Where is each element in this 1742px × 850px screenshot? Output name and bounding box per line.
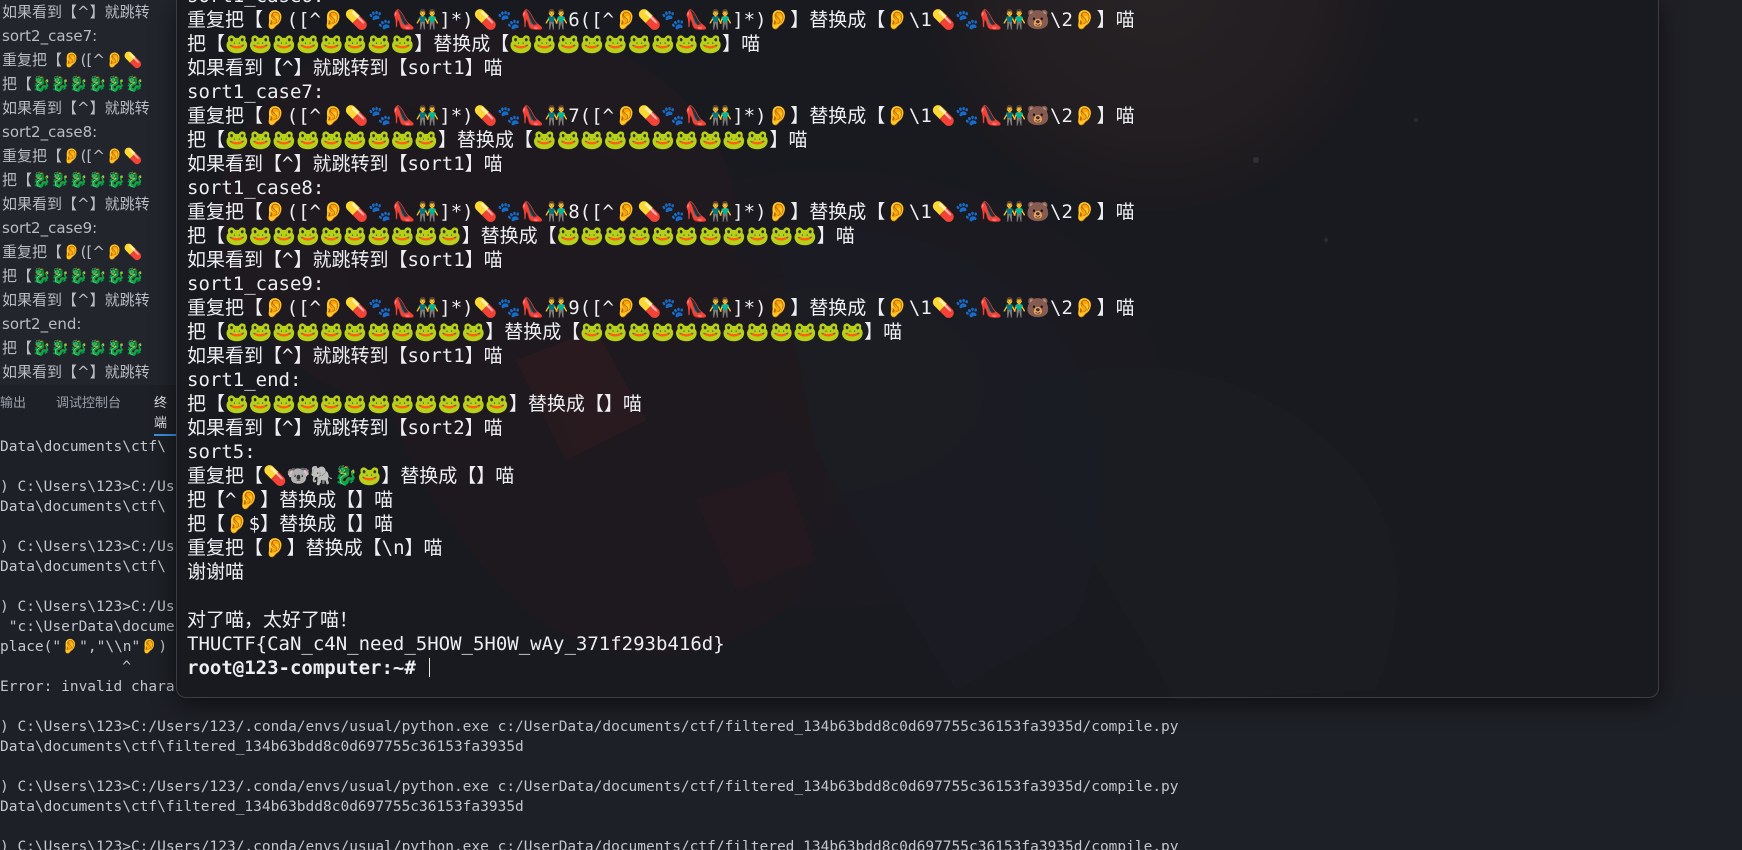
terminal-line: 把【🐸🐸🐸🐸🐸🐸🐸🐸】替换成【🐸🐸🐸🐸🐸🐸🐸🐸🐸】喵 [187,33,761,55]
tab-output[interactable]: 输出 [0,394,26,414]
terminal-line: Data\documents\ctf\filtered_134b63bdd8c0… [0,739,524,755]
terminal-line: Error: invalid chara [0,679,175,695]
code-line: sort2_end: [2,315,82,333]
terminal-line: sort1_case8: [187,177,325,199]
terminal-line: Data\documents\ctf\ [0,559,166,575]
panel-tab-bar: 输出 调试控制台 终端 [0,392,176,436]
terminal-line: Data\documents\ctf\ [0,439,166,455]
terminal-line: ) C:\Users\123>C:/Us [0,599,175,615]
terminal-line: 重复把【👂】替换成【\n】喵 [187,537,443,559]
terminal-line: ) C:\Users\123>C:/Us [0,539,175,555]
terminal-line: 对了喵，太好了喵！ [187,609,359,631]
text-cursor [429,658,431,677]
terminal-output: sort1_case6: 重复把【👂([^👂💊🐾👠👬]*)💊🐾👠👬6([^👂💊🐾… [187,0,1135,680]
code-line: sort2_case8: [2,123,98,141]
flag-line: THUCTF{CaN_c4N_need_5HOW_5H0W_wAy_371f29… [187,633,725,655]
code-line: 如果看到【^】就跳转 [2,99,150,117]
terminal-line: 谢谢喵 [187,561,245,583]
terminal-line: 把【🐸🐸🐸🐸🐸🐸🐸🐸🐸】替换成【🐸🐸🐸🐸🐸🐸🐸🐸🐸🐸】喵 [187,129,808,151]
terminal-line: ) C:\Users\123>C:/Users/123/.conda/envs/… [0,839,1179,850]
terminal-window[interactable]: sort1_case6: 重复把【👂([^👂💊🐾👠👬]*)💊🐾👠👬6([^👂💊🐾… [176,0,1659,698]
code-line: 如果看到【^】就跳转 [2,195,150,213]
terminal-line: 重复把【👂([^👂💊🐾👠👬]*)💊🐾👠👬6([^👂💊🐾👠👬]*)👂】替换成【👂\… [187,9,1135,31]
terminal-line: 如果看到【^】就跳转到【sort2】喵 [187,417,503,439]
terminal-line: 重复把【💊🐨🐘🐉🐸】替换成【】喵 [187,465,515,487]
code-line: 重复把【👂([^👂💊 [2,51,143,69]
terminal-line: Data\documents\ctf\filtered_134b63bdd8c0… [0,799,524,815]
code-line: 重复把【👂([^👂💊 [2,243,143,261]
code-line: 重复把【👂([^👂💊 [2,147,143,165]
code-line: 把【🐉🐉🐉🐉🐉🐉 [2,75,145,93]
code-line: 把【🐉🐉🐉🐉🐉🐉 [2,267,145,285]
code-line: 如果看到【^】就跳转 [2,363,150,381]
code-line: sort2_case9: [2,219,98,237]
terminal-line: 如果看到【^】就跳转到【sort1】喵 [187,345,503,367]
terminal-line: ) C:\Users\123>C:/Us [0,479,175,495]
terminal-line: 把【👂$】替换成【】喵 [187,513,394,535]
terminal-line: 重复把【👂([^👂💊🐾👠👬]*)💊🐾👠👬8([^👂💊🐾👠👬]*)👂】替换成【👂\… [187,201,1135,223]
code-line: 把【🐉🐉🐉🐉🐉🐉 [2,339,145,357]
terminal-line: 把【^👂】替换成【】喵 [187,489,394,511]
terminal-line: ^ [0,659,131,675]
terminal-line: "c:\UserData\docume [0,619,175,635]
code-line: sort2_case7: [2,27,98,45]
terminal-line: ) C:\Users\123>C:/Users/123/.conda/envs/… [0,779,1179,795]
terminal-line: ) C:\Users\123>C:/Users/123/.conda/envs/… [0,719,1179,735]
code-line: 如果看到【^】就跳转 [2,291,150,309]
terminal-line: 把【🐸🐸🐸🐸🐸🐸🐸🐸🐸🐸🐸🐸】替换成【】喵 [187,393,642,415]
terminal-line: 把【🐸🐸🐸🐸🐸🐸🐸🐸🐸🐸】替换成【🐸🐸🐸🐸🐸🐸🐸🐸🐸🐸🐸】喵 [187,225,855,247]
code-editor[interactable]: 如果看到【^】就跳转 sort2_case7: 重复把【👂([^👂💊 把【🐉🐉🐉… [0,0,176,385]
terminal-line: 如果看到【^】就跳转到【sort1】喵 [187,249,503,271]
terminal-line: 重复把【👂([^👂💊🐾👠👬]*)💊🐾👠👬7([^👂💊🐾👠👬]*)👂】替换成【👂\… [187,105,1135,127]
prompt-text: root@123-computer:~# [187,657,416,679]
shell-prompt[interactable]: root@123-computer:~# [187,656,1135,680]
tab-debug-console[interactable]: 调试控制台 [56,394,121,414]
terminal-line: Data\documents\ctf\ [0,499,166,515]
code-line: 如果看到【^】就跳转 [2,3,150,21]
terminal-line: 如果看到【^】就跳转到【sort1】喵 [187,153,503,175]
terminal-line: 把【🐸🐸🐸🐸🐸🐸🐸🐸🐸🐸🐸】替换成【🐸🐸🐸🐸🐸🐸🐸🐸🐸🐸🐸🐸】喵 [187,321,903,343]
terminal-line: sort1_case7: [187,81,325,103]
code-line: 把【🐉🐉🐉🐉🐉🐉 [2,171,145,189]
terminal-line: 重复把【👂([^👂💊🐾👠👬]*)💊🐾👠👬9([^👂💊🐾👠👬]*)👂】替换成【👂\… [187,297,1135,319]
terminal-line: sort1_case9: [187,273,325,295]
terminal-line: place("👂","\\n"👂) [0,639,168,655]
terminal-line: sort1_end: [187,369,302,391]
terminal-line: sort5: [187,441,256,463]
terminal-line: sort1_case6: [187,0,1135,8]
terminal-line: 如果看到【^】就跳转到【sort1】喵 [187,57,503,79]
